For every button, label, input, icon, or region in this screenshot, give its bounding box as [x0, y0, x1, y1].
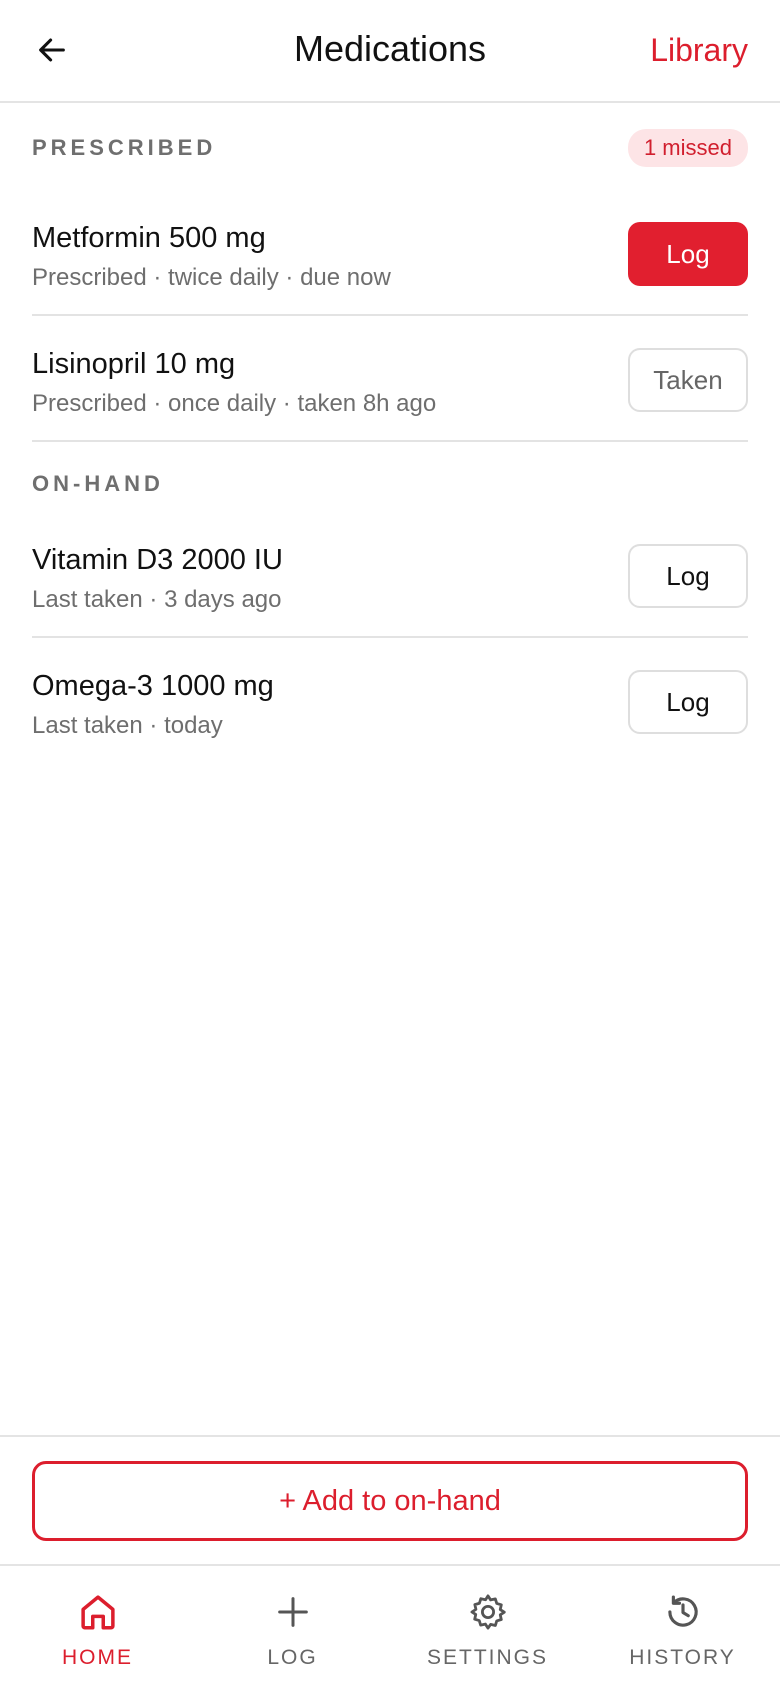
med-detail: Last taken · today: [32, 712, 223, 739]
med-name: Lisinopril 10 mg: [32, 348, 236, 380]
med-detail: Last taken · 3 days ago: [32, 586, 282, 613]
nav-label: SETTINGS: [426, 1646, 548, 1669]
nav-item-home[interactable]: HOME: [0, 1566, 195, 1688]
med-row-metformin: Metformin 500 mg Prescribed · twice dail…: [32, 190, 748, 316]
taken-button-lisinopril[interactable]: Taken: [628, 348, 748, 412]
nav-label: HISTORY: [629, 1646, 736, 1669]
nav-label: LOG: [267, 1646, 318, 1669]
med-row-lisinopril: Lisinopril 10 mg Prescribed · once daily…: [32, 316, 748, 442]
bottom-nav: HOME LOG SETTINGS HISTORY: [0, 1564, 780, 1688]
log-button-metformin[interactable]: Log: [628, 222, 748, 286]
med-name: Omega-3 1000 mg: [32, 670, 274, 702]
med-detail: Prescribed · once daily · taken 8h ago: [32, 390, 437, 417]
section-label-prescribed: PRESCRIBED: [32, 135, 217, 160]
med-row-vitamin-d3: Vitamin D3 2000 IU Last taken · 3 days a…: [32, 512, 748, 638]
med-row-omega-3: Omega-3 1000 mg Last taken · today Log: [32, 638, 748, 764]
library-link[interactable]: Library: [650, 32, 748, 69]
nav-label: HOME: [62, 1646, 133, 1669]
plus-icon: [271, 1590, 315, 1634]
top-app-bar: Medications Library: [0, 0, 780, 103]
med-detail: Prescribed · twice daily · due now: [32, 264, 391, 291]
bottom-action-bar: + Add to on-hand: [0, 1435, 780, 1565]
med-name: Vitamin D3 2000 IU: [32, 544, 283, 576]
history-icon: [661, 1590, 705, 1634]
section-label-onhand: ON-HAND: [32, 471, 164, 496]
nav-item-log[interactable]: LOG: [195, 1566, 390, 1688]
nav-item-settings[interactable]: SETTINGS: [390, 1566, 585, 1688]
log-button-omega-3[interactable]: Log: [628, 670, 748, 734]
missed-badge: 1 missed: [627, 129, 748, 167]
log-button-vitamin-d3[interactable]: Log: [628, 544, 748, 608]
med-name: Metformin 500 mg: [32, 222, 266, 254]
onhand-section-header: ON-HAND: [32, 464, 748, 504]
home-icon: [76, 1590, 120, 1634]
gear-icon: [466, 1590, 510, 1634]
prescribed-section-header: PRESCRIBED 1 missed: [32, 128, 748, 168]
nav-item-history[interactable]: HISTORY: [585, 1566, 780, 1688]
add-to-onhand-button[interactable]: + Add to on-hand: [32, 1461, 748, 1541]
